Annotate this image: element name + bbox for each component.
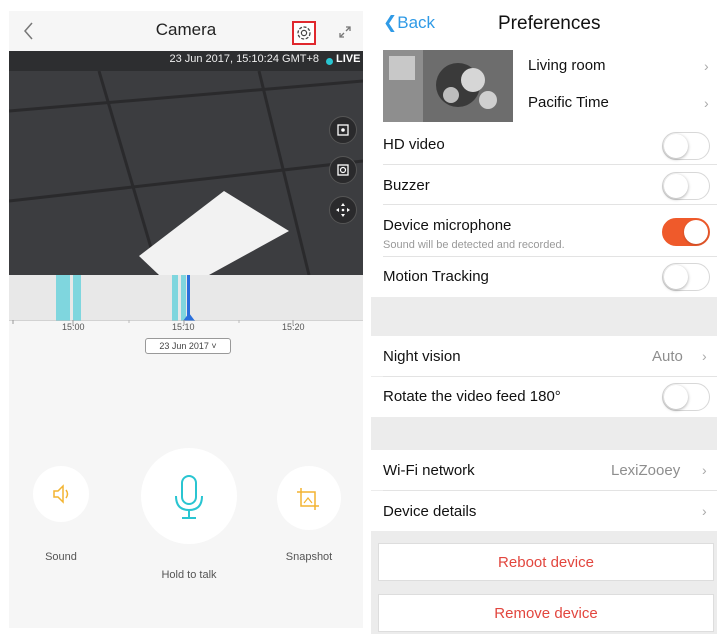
rotate-toggle[interactable] (662, 383, 710, 411)
microphone-sublabel: Sound will be detected and recorded. (383, 239, 565, 251)
sound-button[interactable] (33, 466, 89, 522)
recording-segment[interactable] (172, 275, 178, 321)
camera-thumbnail (383, 50, 513, 122)
chevron-right-icon: › (704, 58, 709, 74)
timeline-tick-label: 15:20 (282, 322, 305, 332)
snapshot-label: Snapshot (285, 551, 333, 563)
page-title: Preferences (498, 13, 601, 34)
speaker-icon (53, 484, 69, 504)
chevron-right-icon: › (704, 95, 709, 111)
chevron-right-icon: › (702, 348, 707, 364)
night-vision-value: Auto (652, 348, 683, 365)
live-dot-icon (326, 58, 333, 65)
timeline-tick-label: 15:10 (172, 322, 195, 332)
rotate-label: Rotate the video feed 180° (383, 388, 561, 405)
sound-label: Sound (45, 551, 77, 563)
hold-to-talk-button[interactable] (141, 448, 237, 544)
crop-icon (297, 488, 319, 510)
microphone-toggle[interactable] (662, 218, 710, 246)
night-vision-label: Night vision (383, 348, 461, 365)
remove-device-button[interactable]: Remove device (378, 594, 714, 632)
recording-segment[interactable] (56, 275, 70, 321)
device-details-label: Device details (383, 503, 477, 520)
timeline-tick-label: 15:00 (62, 322, 85, 332)
date-selector[interactable]: 23 Jun 2017 ˅ (145, 338, 231, 354)
live-badge: LIVE (336, 53, 361, 65)
reboot-device-button[interactable]: Reboot device (378, 543, 714, 581)
buzzer-toggle[interactable] (662, 172, 710, 200)
snapshot-button[interactable] (277, 466, 341, 530)
wifi-label: Wi-Fi network (383, 462, 475, 479)
wifi-value: LexiZooey (611, 462, 681, 479)
fullscreen-expand-icon[interactable] (335, 22, 355, 42)
buzzer-label: Buzzer (383, 177, 430, 194)
video-timestamp: 23 Jun 2017, 15:10:24 GMT+8 (169, 53, 319, 65)
live-video-feed[interactable] (9, 51, 363, 275)
camera-snapshot-icon[interactable] (329, 156, 357, 184)
preferences-screen: ❮Back Preferences Living room › Pacific … (371, 0, 717, 634)
recording-segment[interactable] (73, 275, 81, 321)
microphone-icon (175, 475, 203, 519)
chevron-right-icon: › (702, 462, 707, 478)
microphone-label: Device microphone (383, 217, 512, 234)
pan-tilt-icon[interactable] (329, 196, 357, 224)
back-button[interactable]: ❮Back (383, 13, 435, 33)
camera-screen: Camera 23 Jun 2017, 15:10:24 GMT+8 LIVE (9, 11, 363, 628)
chevron-right-icon: › (702, 503, 707, 519)
device-name[interactable]: Living room (528, 57, 606, 74)
settings-gear-icon[interactable] (292, 21, 316, 45)
record-icon[interactable] (329, 116, 357, 144)
hd-video-label: HD video (383, 136, 445, 153)
hd-video-toggle[interactable] (662, 132, 710, 160)
motion-tracking-toggle[interactable] (662, 263, 710, 291)
time-zone[interactable]: Pacific Time (528, 94, 609, 111)
hold-to-talk-label: Hold to talk (161, 569, 217, 581)
motion-tracking-label: Motion Tracking (383, 268, 489, 285)
